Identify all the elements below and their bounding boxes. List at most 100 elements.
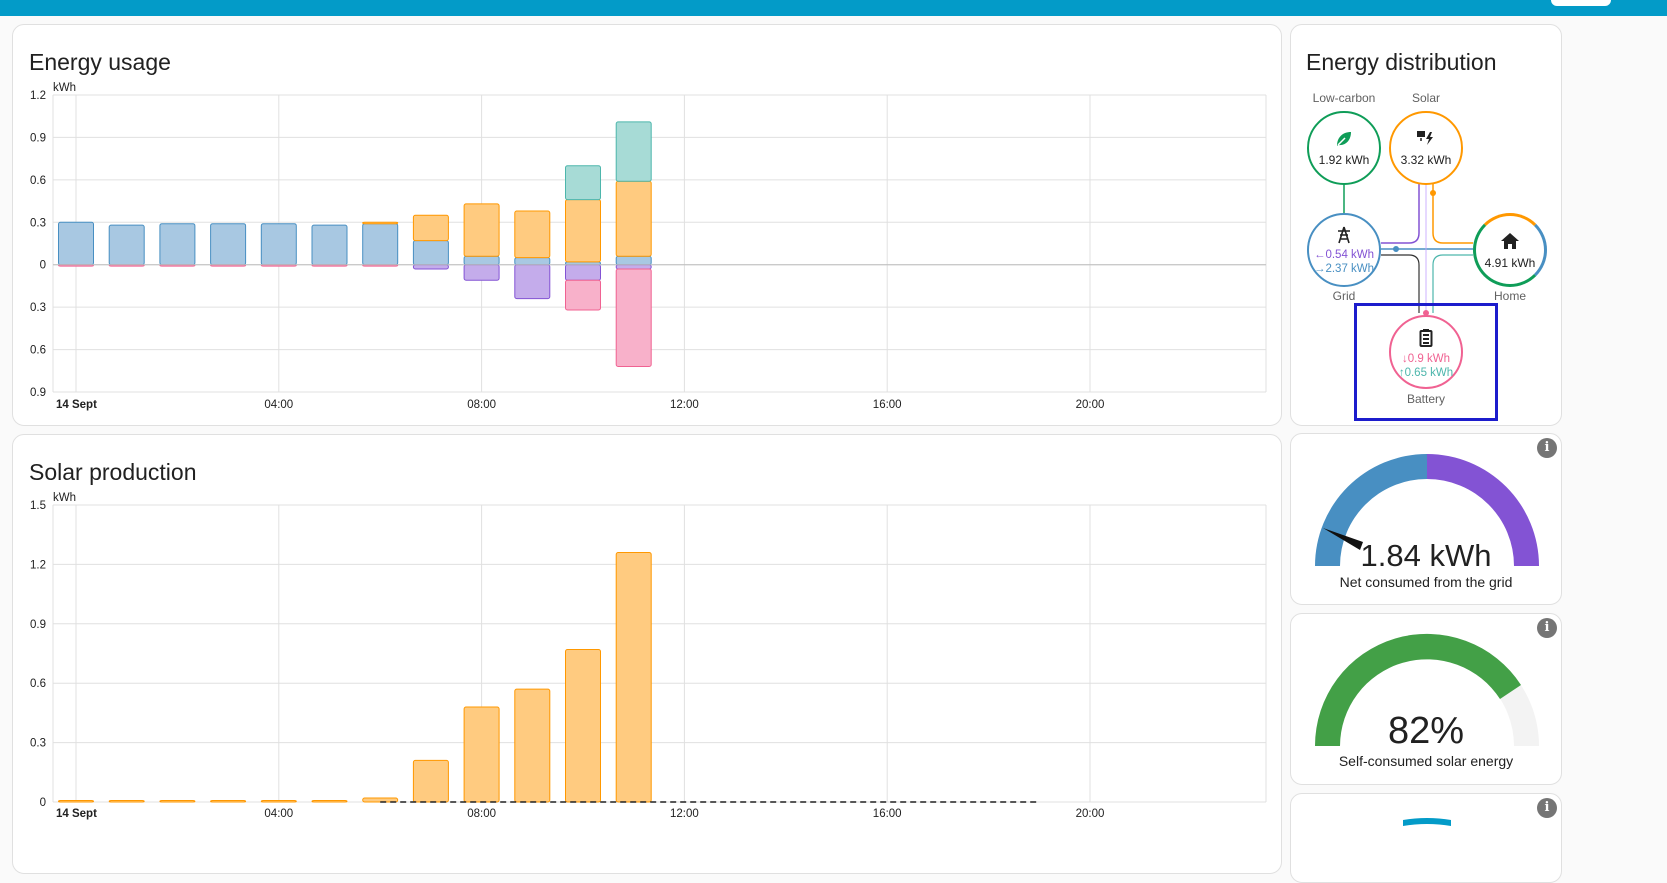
bar-grid: [108, 224, 145, 266]
bar-grid: [210, 223, 247, 266]
gauge-value: 1.84 kWh: [1360, 538, 1492, 573]
battery-node[interactable]: ↓0.9 kWh ↑0.65 kWh: [1389, 315, 1463, 389]
x-tick-label: 20:00: [1076, 399, 1105, 411]
energy-usage-chart[interactable]: kWh 1.2 0.9 0.6 0.3 0 0.3 0.6 0.9 14 Sept 04:00 08:…: [13, 25, 1282, 426]
bar-battery_out: [615, 121, 652, 182]
y-tick-label: 0.9: [30, 619, 46, 631]
home-node[interactable]: 4.91 kWh: [1473, 213, 1547, 287]
bar-grid_return: [615, 264, 652, 270]
x-tick-label: 04:00: [264, 399, 293, 411]
bar-solar: [463, 203, 500, 257]
bar-grid: [159, 223, 196, 266]
bar-battery_in: [565, 279, 601, 311]
y-tick-label: 0: [40, 797, 46, 809]
bar-grid_return: [412, 264, 449, 270]
home-label: Home: [1493, 289, 1526, 303]
bar-grid: [260, 223, 297, 266]
low-carbon-value: 1.92 kWh: [1318, 153, 1370, 167]
bar-solar: [58, 800, 94, 803]
unit-label: kWh: [53, 492, 76, 504]
bar-grid: [311, 224, 348, 266]
bar-solar: [463, 706, 500, 803]
bar-grid: [463, 255, 500, 266]
gauge-value: 82%: [1387, 710, 1465, 752]
bar-grid: [514, 257, 551, 266]
arrow-right-icon: →: [1313, 263, 1326, 275]
bar-solar: [565, 649, 601, 803]
solar-production-card: Solar production kWh 1.5 1.2 0.9 0.6 0.3 0 14 S…: [12, 434, 1282, 874]
bar-solar: [159, 800, 196, 803]
bar-solar: [108, 800, 145, 803]
y-tick-label: 0.9: [30, 387, 46, 399]
x-tick-label: 20:00: [1076, 808, 1105, 820]
partial-card: i: [1290, 793, 1562, 883]
self-consumption-gauge-card: i 82% Self-consumed solar energy: [1290, 613, 1562, 785]
solar-production-chart[interactable]: kWh 1.5 1.2 0.9 0.6 0.3 0 14 Sept 04:00 08:00 12:0…: [13, 435, 1282, 874]
top-bar-button[interactable]: [1551, 0, 1611, 6]
bar-grid: [412, 240, 449, 266]
gauge-label: Net consumed from the grid: [1339, 574, 1513, 590]
x-tick-label: 08:00: [467, 808, 496, 820]
battery-label: Battery: [1406, 392, 1445, 406]
solar-node[interactable]: 3.32 kWh: [1389, 111, 1463, 185]
y-tick-label: 1.2: [30, 90, 46, 102]
bar-solar: [210, 800, 247, 803]
solar-power-icon: [1391, 128, 1461, 153]
y-tick-label: 0.3: [30, 738, 46, 750]
grid-returned: →2.37 kWh: [1313, 263, 1375, 275]
bar-grid_return: [514, 264, 551, 300]
battery-discharged: ↑0.65 kWh: [1398, 367, 1454, 379]
leaf-icon: [1309, 129, 1379, 154]
bar-solar: [514, 688, 551, 803]
gauge-label: Self-consumed solar energy: [1338, 753, 1514, 769]
bar-grid: [615, 255, 652, 266]
bar-solar: [311, 800, 348, 803]
grid-gauge-card: i 1.84 kWh Net consumed from the grid: [1290, 433, 1562, 605]
y-tick-label: 1.2: [30, 559, 46, 571]
bar-grid_return: [463, 264, 500, 281]
grid-node[interactable]: ←0.54 kWh →2.37 kWh: [1307, 213, 1381, 287]
bar-solar: [615, 552, 652, 803]
battery-icon: [1391, 329, 1461, 352]
x-tick-label: 14 Sept: [56, 808, 97, 820]
x-tick-label: 14 Sept: [56, 399, 97, 411]
energy-usage-card: Energy usage kWh 1.2 0.9 0.6 0.3 0 0.3 0.6 0.9 14…: [12, 24, 1282, 426]
grid-label: Grid: [1332, 289, 1356, 303]
bar-solar: [514, 210, 551, 259]
bar-solar: [412, 759, 449, 803]
y-tick-label: 0.6: [30, 345, 46, 357]
top-app-bar: [0, 0, 1667, 16]
solar-value: 3.32 kWh: [1400, 153, 1452, 167]
grid-consumed: ←0.54 kWh: [1313, 249, 1375, 261]
bar-grid: [362, 223, 399, 266]
y-tick-label: 0.6: [30, 678, 46, 690]
x-tick-label: 16:00: [873, 808, 902, 820]
bar-solar: [615, 180, 652, 257]
y-tick-label: 0.9: [30, 132, 46, 144]
bar-grid_return: [565, 264, 601, 281]
bar-solar: [565, 199, 601, 263]
bar-solar: [260, 800, 297, 803]
bar-solar: [362, 221, 399, 225]
unit-label: kWh: [53, 82, 76, 94]
energy-distribution-card: Energy distribution Low-carbon 1.92 kWh …: [1290, 24, 1562, 426]
x-tick-label: 16:00: [873, 399, 902, 411]
battery-charged: ↓0.9 kWh: [1402, 353, 1450, 365]
bar-battery_in: [615, 268, 652, 368]
bar-battery_out: [565, 165, 601, 201]
y-tick-label: 0.3: [30, 302, 46, 314]
y-tick-label: 0.3: [30, 217, 46, 229]
x-tick-label: 08:00: [467, 399, 496, 411]
low-carbon-node[interactable]: 1.92 kWh: [1307, 111, 1381, 185]
y-tick-label: 0: [40, 260, 46, 272]
transmission-tower-icon: [1309, 225, 1379, 250]
x-tick-label: 12:00: [670, 808, 699, 820]
home-value: 4.91 kWh: [1484, 256, 1536, 270]
home-icon: [1476, 232, 1544, 255]
x-tick-label: 04:00: [264, 808, 293, 820]
y-tick-label: 1.5: [30, 500, 46, 512]
gauge-partial: [1403, 818, 1451, 826]
x-tick-label: 12:00: [670, 399, 699, 411]
solar-label: Solar: [1411, 91, 1440, 105]
bar-solar: [412, 214, 449, 242]
